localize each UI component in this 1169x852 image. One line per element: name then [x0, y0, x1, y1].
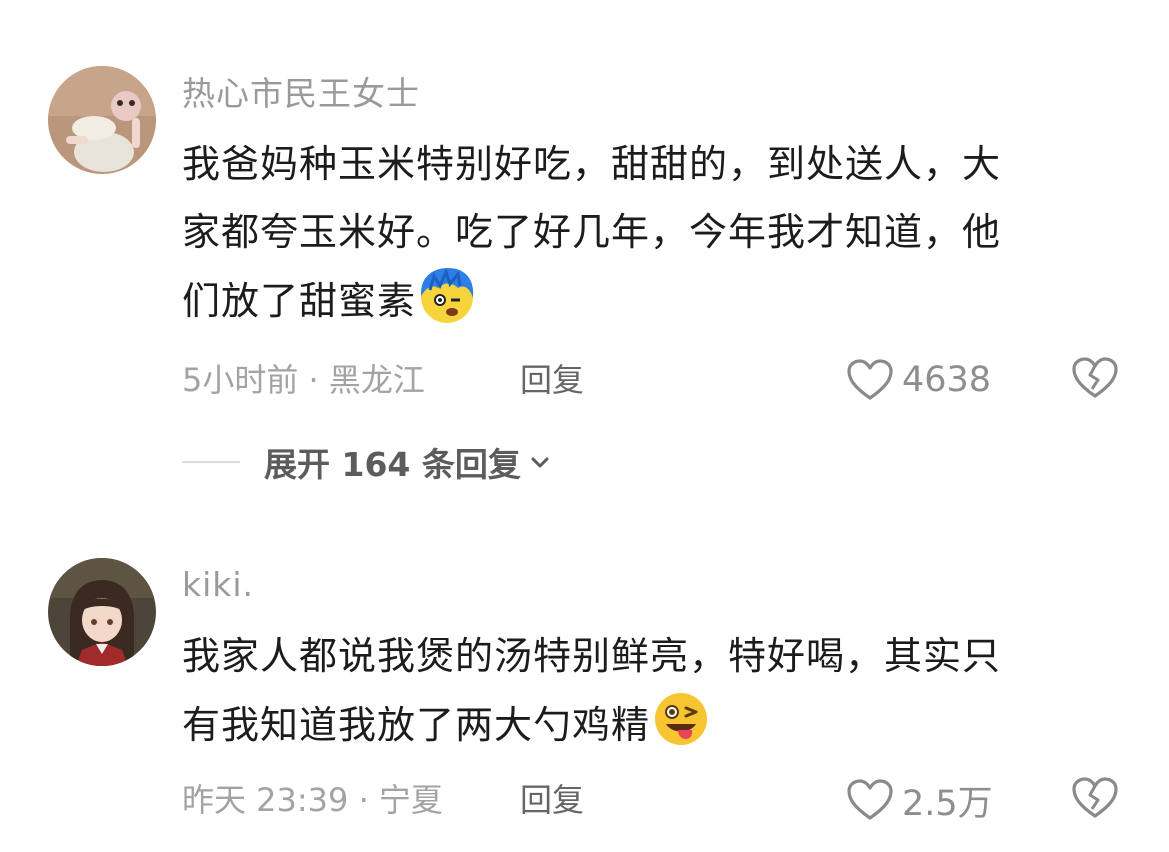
- like-button[interactable]: 2.5万: [846, 775, 993, 825]
- like-count: 4638: [902, 360, 992, 400]
- comment-line: 家都夸玉米好。吃了好几年，今年我才知道，他: [182, 210, 1002, 254]
- like-count: 2.5万: [902, 783, 993, 824]
- comment-line: 有我知道我放了两大勺鸡精: [182, 690, 1122, 758]
- username[interactable]: kiki.: [182, 565, 254, 605]
- comment-line: 们放了甜蜜素: [182, 266, 1122, 334]
- username[interactable]: 热心市民王女士: [182, 74, 420, 114]
- heart-outline-icon: [847, 359, 893, 400]
- like-button[interactable]: 4638: [846, 355, 991, 405]
- expand-replies-button[interactable]: 展开 164 条回复: [182, 440, 553, 484]
- comment-line-text: 有我知道我放了两大勺鸡精: [182, 703, 651, 747]
- reply-button[interactable]: 回复: [520, 360, 584, 400]
- winking-tongue-emoji-icon: [655, 693, 708, 745]
- comment-text: 我家人都说我煲的汤特别鲜亮，特好喝，其实只 有我知道我放了两大勺鸡精: [182, 622, 1122, 758]
- chevron-down-icon: [531, 457, 549, 468]
- comment-line: 我家人都说我煲的汤特别鲜亮，特好喝，其实只: [182, 634, 1002, 678]
- dislike-button[interactable]: [1070, 355, 1120, 405]
- comment-text: 我爸妈种玉米特别好吃，甜甜的，到处送人，大 家都夸玉米好。吃了好几年，今年我才知…: [182, 130, 1122, 334]
- divider: [182, 461, 240, 463]
- dislike-button[interactable]: [1070, 775, 1120, 825]
- comment-line-text: 们放了甜蜜素: [182, 279, 417, 323]
- comment-meta: 昨天 23:39 · 宁夏: [182, 781, 443, 819]
- shocked-blue-hair-emoji-icon: [420, 267, 474, 323]
- broken-heart-icon: [1072, 777, 1118, 818]
- comment-line: 我爸妈种玉米特别好吃，甜甜的，到处送人，大: [182, 142, 1002, 186]
- reply-button[interactable]: 回复: [520, 780, 584, 820]
- heart-outline-icon: [847, 779, 893, 820]
- expand-replies-label: 展开 164 条回复: [264, 445, 521, 484]
- avatar[interactable]: [48, 558, 156, 666]
- avatar[interactable]: [48, 66, 156, 174]
- comment-meta: 5小时前 · 黑龙江: [182, 361, 425, 399]
- broken-heart-icon: [1072, 357, 1118, 398]
